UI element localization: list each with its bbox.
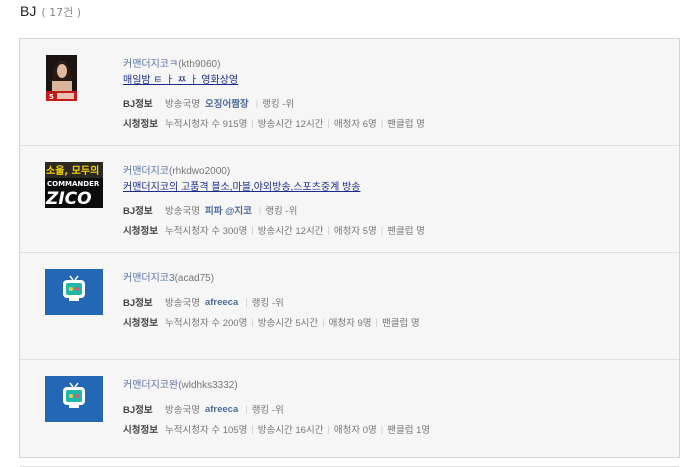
bj-info-row: BJ정보 방송국명 afreeca | 랭킹 -위 bbox=[123, 295, 284, 310]
broadcast-hours: 방송시간 12시간 bbox=[257, 119, 324, 130]
bj-info-row: BJ정보 방송국명 오징어짬장 | 랭킹 -위 bbox=[123, 96, 295, 111]
bj-info-label: BJ정보 bbox=[123, 206, 153, 217]
divider: | bbox=[327, 117, 330, 129]
user-id: (wldhks3332) bbox=[178, 380, 238, 391]
bj-info-label: BJ정보 bbox=[123, 298, 153, 309]
stats-label: 시청정보 bbox=[123, 119, 158, 130]
fanclub-count: 팬클럽 명 bbox=[387, 226, 425, 237]
bj-section-header: BJ ( 17건 ) bbox=[20, 3, 81, 23]
fanclub-count: 팬클럽 명 bbox=[381, 318, 420, 329]
station-name-key: 방송국명 bbox=[165, 298, 200, 309]
broadcast-hours: 방송시간 5시간 bbox=[257, 318, 319, 329]
bj-name[interactable]: 커맨더지코(rhkdwo2000) bbox=[123, 162, 230, 177]
bj-results-list: 5 커맨더지코ㅋ(kth9060) 매일밤 ㅌ ㅏ ㅉ ㅏ 영화상영 BJ정보 … bbox=[19, 38, 680, 467]
list-item: 소울, 모두의 COMMANDER ZICO 커맨더지코(rhkdwo2000)… bbox=[20, 146, 679, 253]
station-name-key: 방송국명 bbox=[165, 206, 200, 217]
station-name-value[interactable]: 오징어짬장 bbox=[205, 96, 249, 110]
divider: | bbox=[251, 117, 254, 129]
ranking: 랭킹 -위 bbox=[251, 405, 284, 416]
poster-thumbnail[interactable]: 5 bbox=[46, 55, 77, 101]
bj-name[interactable]: 커맨더지코완(wldhks3332) bbox=[123, 376, 238, 391]
station-name-value[interactable]: afreeca bbox=[205, 297, 238, 308]
divider: | bbox=[258, 204, 262, 216]
user-id: (rhkdwo2000) bbox=[169, 166, 231, 177]
broadcast-title-link[interactable]: 매일밤 ㅌ ㅏ ㅉ ㅏ 영화상영 bbox=[123, 71, 238, 86]
station-name-value[interactable]: afreeca bbox=[205, 404, 238, 415]
divider: | bbox=[375, 316, 378, 328]
fan-count: 애청자 6명 bbox=[333, 119, 377, 130]
viewer-count: 누적시청자 수 915명 bbox=[165, 119, 248, 130]
bj-info-label: BJ정보 bbox=[123, 99, 153, 110]
afreeca-tv-icon[interactable] bbox=[45, 269, 103, 315]
tv-icon bbox=[45, 376, 103, 422]
divider: | bbox=[245, 296, 248, 308]
bj-name[interactable]: 커맨더지코3(acad75) bbox=[123, 269, 214, 284]
user-id: (kth9060) bbox=[178, 59, 221, 70]
poster-image: 5 bbox=[46, 55, 77, 101]
divider: | bbox=[380, 423, 384, 435]
section-title: BJ bbox=[20, 3, 37, 19]
divider: | bbox=[327, 423, 330, 435]
divider: | bbox=[327, 224, 330, 236]
fan-count: 애청자 9명 bbox=[328, 318, 372, 329]
stats-label: 시청정보 bbox=[123, 318, 158, 329]
divider: | bbox=[245, 403, 248, 415]
broadcast-title-link[interactable]: 커맨더지코의 고품격 블소,마블,야외방송,스포츠중계 방송 bbox=[123, 178, 360, 193]
station-name-key: 방송국명 bbox=[165, 99, 200, 110]
station-name-key: 방송국명 bbox=[165, 405, 200, 416]
svg-text:ZICO: ZICO bbox=[45, 189, 92, 208]
svg-text:소울, 모두의: 소울, 모두의 bbox=[46, 164, 99, 177]
divider: | bbox=[255, 97, 259, 109]
stats-row: 시청정보 누적시청자 수 105명 | 방송시간 16시간 | 애청자 0명 |… bbox=[123, 422, 431, 437]
divider: | bbox=[322, 316, 325, 328]
ranking: 랭킹 -위 bbox=[265, 206, 298, 217]
ranking: 랭킹 -위 bbox=[262, 99, 295, 110]
channel-name[interactable]: 커맨더지코3 bbox=[123, 273, 175, 284]
divider: | bbox=[251, 423, 254, 435]
svg-text:5: 5 bbox=[49, 93, 54, 101]
fanclub-count: 팬클럽 명 bbox=[387, 119, 425, 130]
result-count: ( 17건 ) bbox=[41, 6, 82, 19]
broadcast-hours: 방송시간 12시간 bbox=[257, 226, 324, 237]
bj-info-label: BJ정보 bbox=[123, 405, 153, 416]
user-id: (acad75) bbox=[174, 273, 215, 284]
divider: | bbox=[251, 316, 254, 328]
channel-name[interactable]: 커맨더지코ㅋ bbox=[123, 59, 178, 70]
ranking: 랭킹 -위 bbox=[251, 298, 284, 309]
viewer-count: 누적시청자 수 200명 bbox=[165, 318, 248, 329]
divider: | bbox=[380, 224, 384, 236]
afreeca-tv-icon[interactable] bbox=[45, 376, 103, 422]
divider: | bbox=[380, 117, 384, 129]
station-name-value[interactable]: 피파 @지코 bbox=[205, 203, 252, 217]
channel-name[interactable]: 커맨더지코완 bbox=[123, 380, 178, 391]
channel-name[interactable]: 커맨더지코 bbox=[123, 166, 169, 177]
svg-text:COMMANDER: COMMANDER bbox=[47, 180, 100, 188]
divider: | bbox=[251, 224, 254, 236]
fan-count: 애청자 0명 bbox=[333, 425, 377, 436]
list-item: 커맨더지코3(acad75) BJ정보 방송국명 afreeca | 랭킹 -위… bbox=[20, 253, 679, 360]
list-item: 5 커맨더지코ㅋ(kth9060) 매일밤 ㅌ ㅏ ㅉ ㅏ 영화상영 BJ정보 … bbox=[20, 39, 679, 146]
viewer-count: 누적시청자 수 300명 bbox=[165, 226, 248, 237]
stats-row: 시청정보 누적시청자 수 200명 | 방송시간 5시간 | 애청자 9명 | … bbox=[123, 315, 420, 330]
bj-name[interactable]: 커맨더지코ㅋ(kth9060) bbox=[123, 55, 220, 70]
broadcast-hours: 방송시간 16시간 bbox=[257, 425, 324, 436]
stats-label: 시청정보 bbox=[123, 226, 158, 237]
zico-thumbnail[interactable]: 소울, 모두의 COMMANDER ZICO bbox=[45, 162, 103, 208]
bj-info-row: BJ정보 방송국명 피파 @지코 | 랭킹 -위 bbox=[123, 203, 298, 218]
stats-row: 시청정보 누적시청자 수 300명 | 방송시간 12시간 | 애청자 5명 |… bbox=[123, 223, 425, 238]
fanclub-count: 팬클럽 1명 bbox=[387, 425, 431, 436]
viewer-count: 누적시청자 수 105명 bbox=[165, 425, 248, 436]
zico-image: 소울, 모두의 COMMANDER ZICO bbox=[45, 162, 103, 208]
fan-count: 애청자 5명 bbox=[333, 226, 377, 237]
bj-info-row: BJ정보 방송국명 afreeca | 랭킹 -위 bbox=[123, 402, 284, 417]
stats-row: 시청정보 누적시청자 수 915명 | 방송시간 12시간 | 애청자 6명 |… bbox=[123, 116, 425, 131]
tv-icon bbox=[45, 269, 103, 315]
stats-label: 시청정보 bbox=[123, 425, 158, 436]
